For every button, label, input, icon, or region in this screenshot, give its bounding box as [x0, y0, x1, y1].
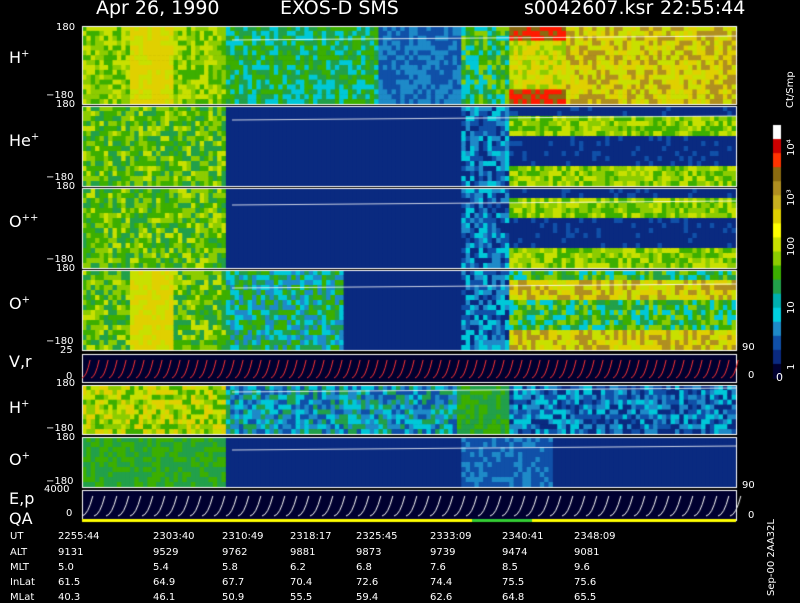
ut-cell: 64.8 — [502, 592, 525, 603]
ut-cell: 6.8 — [356, 562, 372, 573]
ut-cell: 75.5 — [502, 577, 525, 588]
ut-cell: 59.4 — [356, 592, 379, 603]
ut-cell: 74.4 — [430, 577, 453, 588]
ut-cell: 55.5 — [290, 592, 313, 603]
ut-cell: 2333:09 — [430, 531, 472, 542]
ut-cell: 9131 — [58, 547, 84, 558]
ut-cell: 7.6 — [430, 562, 446, 573]
ut-cell: 8.5 — [502, 562, 518, 573]
tick-right-90a: 90 — [742, 342, 755, 353]
colorbar-label-1: 1 — [786, 363, 797, 370]
ut-row-label: InLat — [10, 577, 35, 588]
colorbar-label-0: 0 — [776, 371, 783, 384]
tick-p1-top: 180 — [56, 22, 76, 33]
tick-p7-top: 180 — [56, 432, 76, 443]
label-o-plus-2: O+ — [9, 450, 30, 469]
label-v-r: V,r — [9, 352, 32, 371]
tick-right-0b: 0 — [748, 510, 755, 521]
tick-right-90b: 90 — [742, 480, 755, 491]
ut-cell: 72.6 — [356, 577, 379, 588]
header-time: 22:55:44 — [660, 0, 746, 19]
ut-cell: 2340:41 — [502, 531, 544, 542]
colorbar-label-1e4: 10⁴ — [786, 139, 797, 156]
file-name: s0042607.ksr — [524, 0, 654, 19]
colorbar-label-10: 10 — [786, 301, 797, 314]
ut-row-label: MLT — [10, 562, 29, 573]
ut-cell: 9474 — [502, 547, 528, 558]
ut-cell: 9873 — [356, 547, 382, 558]
colorbar-unit: Ct/Smp — [785, 71, 796, 108]
colorbar-label-1e3: 10³ — [786, 189, 797, 206]
ut-cell: 5.8 — [222, 562, 238, 573]
label-qa: QA — [9, 509, 33, 528]
label-h-plus-1: H+ — [9, 48, 30, 67]
tick-p6-top: 180 — [56, 378, 76, 389]
label-o-plusplus: O++ — [9, 212, 39, 231]
ut-cell: 50.9 — [222, 592, 245, 603]
tick-right-0a: 0 — [748, 370, 755, 381]
ut-cell: 2255:44 — [58, 531, 100, 542]
spectrogram-canvas — [0, 0, 800, 600]
ut-cell: 9881 — [290, 547, 316, 558]
label-h-plus-2: H+ — [9, 398, 30, 417]
ut-cell: 40.3 — [58, 592, 81, 603]
label-e-p: E,p — [9, 489, 35, 508]
tick-p8-top: 4000 — [44, 484, 70, 495]
ut-cell: 70.4 — [290, 577, 313, 588]
ut-cell: 75.6 — [574, 577, 597, 588]
ut-row-label: ALT — [10, 547, 28, 558]
footer-note: Sep-00 2AA32L — [766, 519, 777, 596]
ut-cell: 9529 — [153, 547, 179, 558]
mission-title: EXOS-D SMS — [280, 0, 399, 19]
tick-p4-top: 180 — [56, 263, 76, 274]
ut-cell: 2310:49 — [222, 531, 264, 542]
ut-cell: 6.2 — [290, 562, 306, 573]
ut-cell: 64.9 — [153, 577, 176, 588]
tick-p8-mid: 0 — [66, 508, 73, 519]
ut-cell: 2318:17 — [290, 531, 332, 542]
ut-cell: 9739 — [430, 547, 456, 558]
ut-cell: 61.5 — [58, 577, 81, 588]
tick-p3-top: 180 — [56, 181, 76, 192]
ut-cell: 5.0 — [58, 562, 74, 573]
ut-cell: 67.7 — [222, 577, 245, 588]
ut-cell: 9081 — [574, 547, 600, 558]
ut-cell: 2348:09 — [574, 531, 616, 542]
label-o-plus-1: O+ — [9, 294, 30, 313]
ut-cell: 65.5 — [574, 592, 597, 603]
ut-row-label: UT — [10, 531, 24, 542]
ut-cell: 5.4 — [153, 562, 169, 573]
ut-row-label: MLat — [10, 592, 35, 603]
ut-cell: 2303:40 — [153, 531, 195, 542]
ut-cell: 2325:45 — [356, 531, 398, 542]
date-title: Apr 26, 1990 — [96, 0, 220, 19]
ut-cell: 9762 — [222, 547, 248, 558]
tick-p5-top: 25 — [60, 345, 73, 356]
colorbar-label-100: 100 — [786, 236, 797, 256]
tick-p2-top: 180 — [56, 99, 76, 110]
ut-cell: 9.6 — [574, 562, 590, 573]
ut-cell: 62.6 — [430, 592, 453, 603]
ut-cell: 46.1 — [153, 592, 176, 603]
label-he-plus: He+ — [9, 131, 40, 150]
